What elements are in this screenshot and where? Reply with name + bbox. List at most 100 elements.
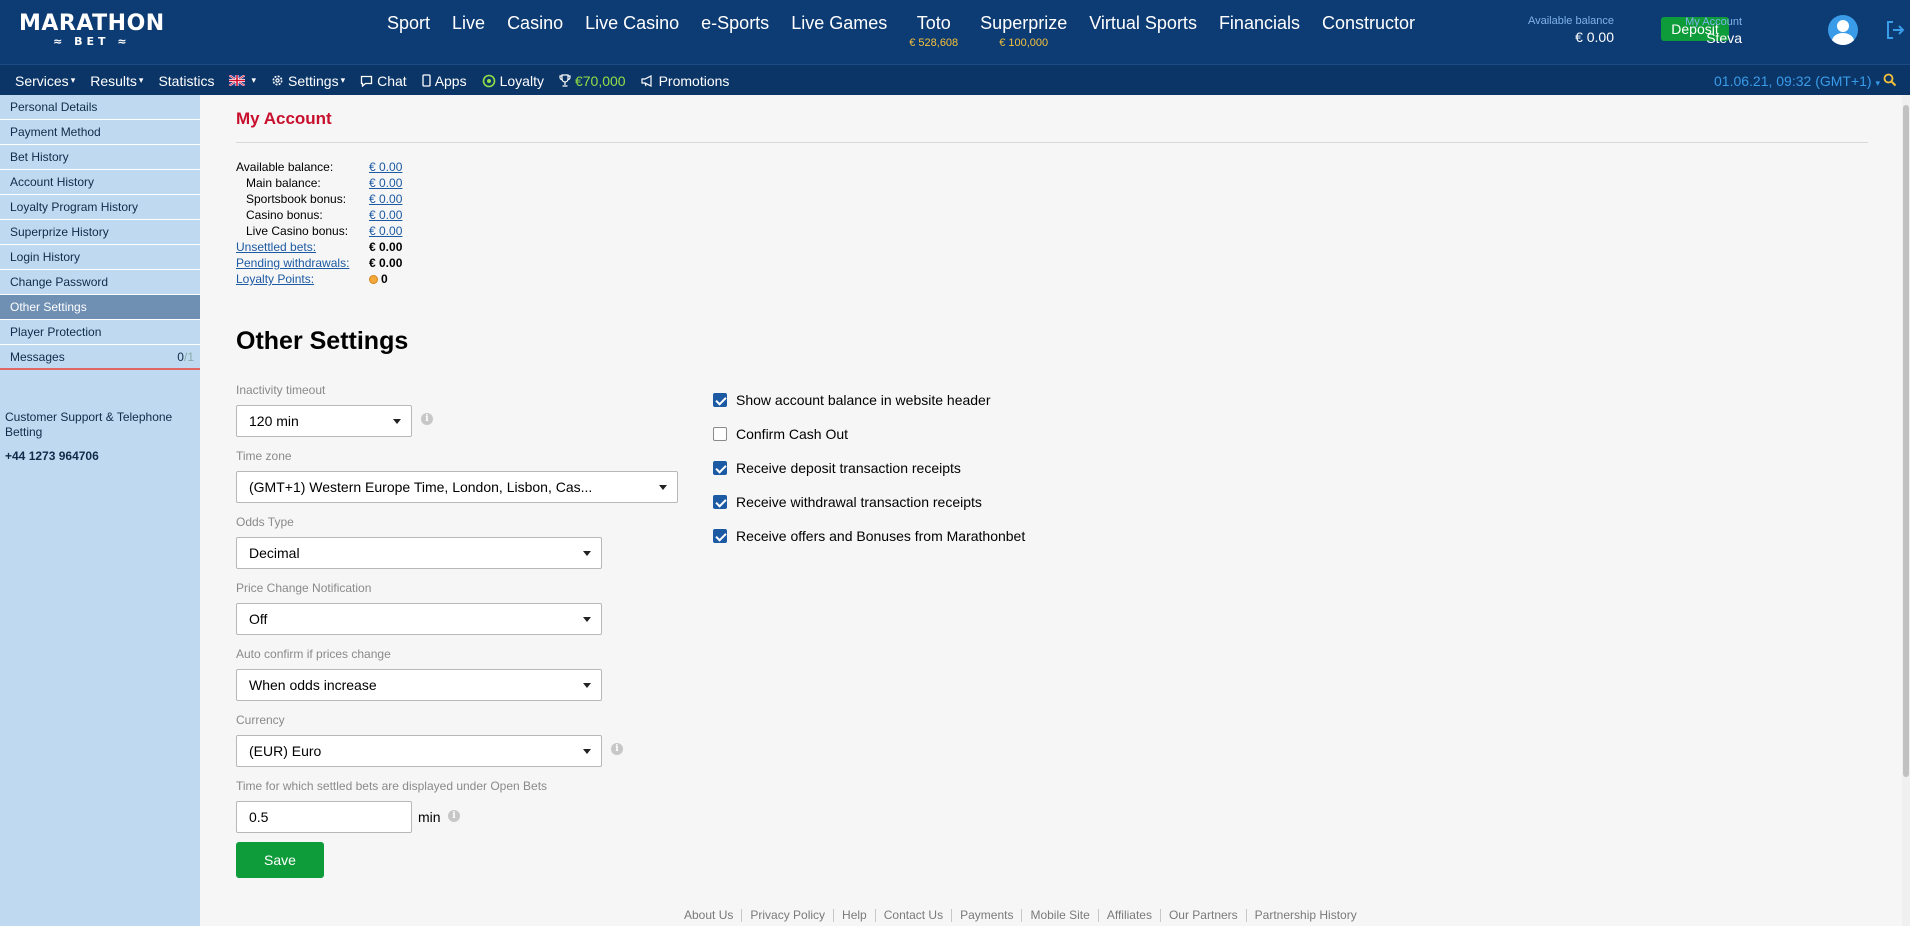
currency-select[interactable]: (EUR) Euro: [236, 735, 602, 767]
jackpot-link[interactable]: €70,000: [554, 73, 631, 89]
balance-row: Casino bonus: € 0.00: [236, 207, 1868, 223]
chat-link[interactable]: Chat: [355, 73, 412, 89]
page-title: My Account: [236, 109, 332, 128]
nav-virtual-sports-label: Virtual Sports: [1089, 13, 1197, 33]
inactivity-timeout-select[interactable]: 120 min: [236, 405, 412, 437]
sidebar-item-change-password[interactable]: Change Password: [0, 270, 200, 295]
footer-link-partnership-history[interactable]: Partnership History: [1245, 909, 1365, 922]
deposit-receipts-checkbox[interactable]: Receive deposit transaction receipts: [713, 451, 1025, 485]
show-balance-label: Show account balance in website header: [736, 392, 991, 408]
save-button[interactable]: Save: [236, 842, 324, 878]
auto-confirm-select[interactable]: When odds increase: [236, 669, 602, 701]
sidebar-item-login-history[interactable]: Login History: [0, 245, 200, 270]
available-balance-link[interactable]: € 0.00: [369, 159, 402, 175]
nav-toto[interactable]: Toto € 528,608: [898, 14, 969, 50]
footer-link-payments[interactable]: Payments: [951, 909, 1021, 922]
footer-links: About Us Privacy Policy Help Contact Us …: [676, 909, 1365, 922]
odds-type-select[interactable]: Decimal: [236, 537, 602, 569]
offers-bonuses-checkbox[interactable]: Receive offers and Bonuses from Marathon…: [713, 519, 1025, 553]
nav-live-games[interactable]: Live Games: [780, 14, 898, 50]
sidebar-item-account-history[interactable]: Account History: [0, 170, 200, 195]
loyalty-points-link[interactable]: Loyalty Points:: [236, 272, 314, 286]
nav-virtual-sports[interactable]: Virtual Sports: [1078, 14, 1208, 50]
currency-field: Currency (EUR) Euro i: [236, 713, 623, 767]
sidebar-item-payment-method[interactable]: Payment Method: [0, 120, 200, 145]
promotions-link[interactable]: Promotions: [636, 73, 735, 89]
services-menu[interactable]: Services ▾: [10, 73, 80, 89]
info-icon[interactable]: i: [611, 743, 623, 755]
unsettled-bets-link[interactable]: Unsettled bets:: [236, 240, 316, 254]
nav-financials-label: Financials: [1218, 13, 1300, 33]
sidebar-item-player-protection[interactable]: Player Protection: [0, 320, 200, 345]
footer-link-affiliates[interactable]: Affiliates: [1097, 909, 1160, 922]
footer-link-help[interactable]: Help: [833, 909, 875, 922]
chevron-down-icon: ▾: [340, 75, 346, 85]
header-account[interactable]: My Account Steva: [1685, 15, 1742, 47]
statistics-label: Statistics: [158, 72, 215, 89]
footer-link-about-us[interactable]: About Us: [676, 909, 741, 922]
my-account-label: My Account: [1685, 16, 1742, 28]
statistics-link[interactable]: Statistics: [153, 73, 219, 89]
footer-link-mobile-site[interactable]: Mobile Site: [1021, 909, 1097, 922]
logout-icon[interactable]: [1884, 19, 1906, 41]
settings-menu[interactable]: Settings ▾: [266, 73, 350, 89]
price-change-field: Price Change Notification Off: [236, 581, 602, 635]
info-icon[interactable]: i: [421, 413, 433, 425]
pending-withdrawals-link[interactable]: Pending withdrawals:: [236, 256, 349, 270]
chevron-down-icon: [583, 617, 591, 622]
sidebar-item-messages[interactable]: Messages 0/1: [0, 345, 200, 370]
time-zone-select[interactable]: (GMT+1) Western Europe Time, London, Lis…: [236, 471, 678, 503]
main-nav: Sport Live Casino Live Casino e-Sports L…: [376, 14, 1426, 50]
marathonbet-logo[interactable]: MARATHON ≈ BET ≈: [19, 13, 165, 49]
page-scrollbar[interactable]: [1902, 95, 1910, 926]
info-icon[interactable]: i: [448, 810, 460, 822]
search-icon[interactable]: [1883, 73, 1897, 87]
show-balance-checkbox[interactable]: Show account balance in website header: [713, 383, 1025, 417]
nav-toto-label: Toto: [916, 13, 951, 33]
settled-bets-time-input[interactable]: 0.5: [236, 801, 412, 833]
nav-constructor-label: Constructor: [1321, 13, 1416, 33]
casino-bonus-link[interactable]: € 0.00: [369, 207, 402, 223]
nav-sport[interactable]: Sport: [376, 14, 441, 50]
price-change-select[interactable]: Off: [236, 603, 602, 635]
footer-link-privacy-policy[interactable]: Privacy Policy: [741, 909, 833, 922]
sidebar-item-other-settings[interactable]: Other Settings: [0, 295, 200, 320]
current-datetime[interactable]: 01.06.21, 09:32 (GMT+1) ▾: [1714, 73, 1880, 89]
checkbox-checked-icon: [713, 393, 727, 407]
inactivity-timeout-field: Inactivity timeout 120 min i: [236, 383, 433, 437]
withdrawal-receipts-checkbox[interactable]: Receive withdrawal transaction receipts: [713, 485, 1025, 519]
sidebar-item-superprize-history[interactable]: Superprize History: [0, 220, 200, 245]
logo-line1: MARATHON: [19, 11, 165, 36]
nav-esports[interactable]: e-Sports: [690, 14, 780, 50]
nav-financials[interactable]: Financials: [1208, 14, 1311, 50]
price-change-label: Price Change Notification: [236, 581, 372, 595]
sidebar-item-bet-history[interactable]: Bet History: [0, 145, 200, 170]
scrollbar-thumb[interactable]: [1903, 105, 1909, 777]
nav-superprize[interactable]: Superprize € 100,000: [969, 14, 1078, 50]
avatar-icon[interactable]: [1828, 15, 1858, 45]
live-casino-bonus-link[interactable]: € 0.00: [369, 223, 402, 239]
chevron-down-icon: ▾: [70, 75, 76, 85]
apps-link[interactable]: Apps: [417, 73, 472, 89]
nav-toto-jackpot: € 528,608: [909, 37, 959, 49]
nav-live[interactable]: Live: [441, 14, 496, 50]
withdrawal-receipts-label: Receive withdrawal transaction receipts: [736, 494, 982, 510]
confirm-cash-out-checkbox[interactable]: Confirm Cash Out: [713, 417, 1025, 451]
services-label: Services: [15, 72, 69, 89]
sidebar-item-personal-details[interactable]: Personal Details: [0, 95, 200, 120]
time-zone-field: Time zone (GMT+1) Western Europe Time, L…: [236, 449, 678, 503]
nav-casino[interactable]: Casino: [496, 14, 574, 50]
sportsbook-bonus-link[interactable]: € 0.00: [369, 191, 402, 207]
results-menu[interactable]: Results ▾: [85, 73, 148, 89]
loyalty-link[interactable]: Loyalty: [477, 73, 549, 89]
language-selector[interactable]: ▾: [224, 75, 261, 86]
footer-link-contact-us[interactable]: Contact Us: [874, 909, 951, 922]
footer-link-our-partners[interactable]: Our Partners: [1159, 909, 1246, 922]
nav-constructor[interactable]: Constructor: [1311, 14, 1426, 50]
balance-summary: Available balance: € 0.00 Main balance: € …: [236, 159, 1868, 287]
main-balance-link[interactable]: € 0.00: [369, 175, 402, 191]
nav-live-casino[interactable]: Live Casino: [574, 14, 690, 50]
inactivity-timeout-value: 120 min: [249, 413, 299, 429]
chevron-down-icon: [583, 683, 591, 688]
sidebar-item-loyalty-program-history[interactable]: Loyalty Program History: [0, 195, 200, 220]
